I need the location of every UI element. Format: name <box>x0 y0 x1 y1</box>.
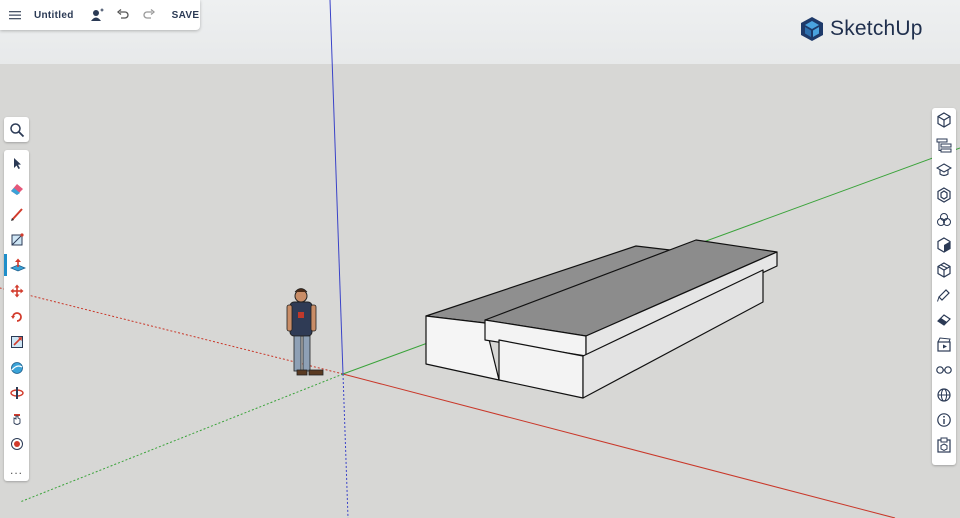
3d-viewport[interactable] <box>0 0 960 518</box>
more-tools-button[interactable]: ... <box>4 459 29 481</box>
scenes-icon[interactable] <box>932 334 956 356</box>
rotate-tool-icon[interactable] <box>4 306 29 328</box>
3d-warehouse-icon[interactable] <box>932 259 956 281</box>
undo-icon[interactable] <box>110 0 136 30</box>
red-axis-positive <box>342 373 896 518</box>
search-button[interactable] <box>4 117 29 142</box>
move-tool-icon[interactable] <box>4 280 29 302</box>
instructor-icon[interactable] <box>932 159 956 181</box>
eraser-tool-icon[interactable] <box>4 178 29 200</box>
tags-icon[interactable] <box>932 284 956 306</box>
components-icon[interactable] <box>932 184 956 206</box>
pan-tool-icon[interactable] <box>4 408 29 430</box>
geo-location-icon[interactable] <box>932 384 956 406</box>
styles-icon[interactable] <box>932 234 956 256</box>
add-user-icon[interactable] <box>84 0 110 30</box>
info-icon[interactable] <box>932 409 956 431</box>
blue-axis-positive <box>329 0 344 375</box>
brand-name: SketchUp <box>830 17 923 40</box>
orbit-tool-icon[interactable] <box>4 357 29 379</box>
redo-icon[interactable] <box>136 0 162 30</box>
document-title[interactable]: Untitled <box>34 10 74 21</box>
section-plane-tool-icon[interactable] <box>4 382 29 404</box>
display-icon[interactable] <box>932 359 956 381</box>
hamburger-icon[interactable] <box>2 0 28 30</box>
rectangle-tool-icon[interactable] <box>4 229 29 251</box>
push-pull-tool-icon[interactable] <box>4 254 29 276</box>
entity-info-icon[interactable] <box>932 109 956 131</box>
right-panel-toolbar <box>932 108 956 465</box>
outliner-icon[interactable] <box>932 134 956 156</box>
left-toolbar: ... <box>4 150 29 481</box>
search-icon <box>9 122 24 137</box>
select-tool-icon[interactable] <box>4 152 29 174</box>
blue-axis-negative <box>342 373 349 518</box>
soften-edges-icon[interactable] <box>932 309 956 331</box>
solid-inspector-icon[interactable] <box>932 434 956 456</box>
scale-tool-icon[interactable] <box>4 331 29 353</box>
pencil-line-tool-icon[interactable] <box>4 203 29 225</box>
brand-logo: SketchUp <box>800 16 923 42</box>
scale-figure[interactable] <box>286 288 324 376</box>
top-toolbar: Untitled SAVE <box>0 0 200 30</box>
sketchup-logo-icon <box>801 17 823 41</box>
save-button[interactable]: SAVE <box>172 10 200 21</box>
materials-icon[interactable] <box>932 209 956 231</box>
walk-tool-icon[interactable] <box>4 433 29 455</box>
green-axis-negative <box>19 373 344 503</box>
